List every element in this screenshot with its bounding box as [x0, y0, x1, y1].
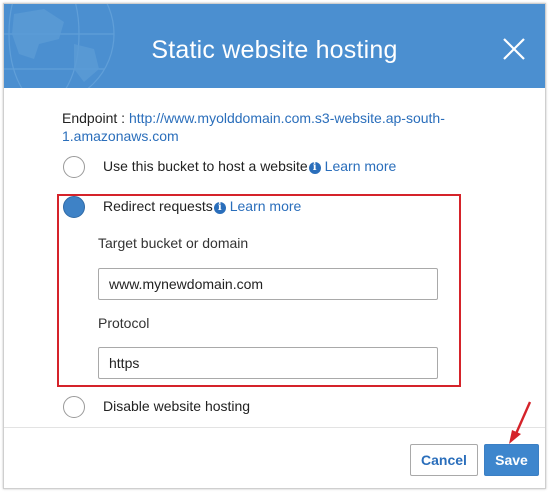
redirect-requests-option: Redirect requests i Learn more: [103, 198, 301, 214]
learn-more-link-host[interactable]: Learn more: [325, 158, 397, 174]
protocol-input[interactable]: https: [98, 347, 438, 379]
save-button[interactable]: Save: [484, 444, 539, 476]
endpoint-label: Endpoint :: [62, 110, 126, 126]
info-icon[interactable]: i: [308, 162, 321, 174]
redirect-requests-label: Redirect requests: [103, 198, 213, 214]
info-icon[interactable]: i: [213, 202, 226, 214]
target-bucket-input[interactable]: www.mynewdomain.com: [98, 268, 438, 300]
footer-divider: [4, 427, 545, 428]
learn-more-link-redirect[interactable]: Learn more: [230, 198, 302, 214]
host-website-radio[interactable]: [63, 156, 85, 178]
cancel-button[interactable]: Cancel: [410, 444, 478, 476]
red-arrow-annotation-icon: [509, 401, 532, 444]
target-bucket-label: Target bucket or domain: [98, 235, 249, 251]
host-website-label: Use this bucket to host a website: [103, 158, 308, 174]
dialog-title: Static website hosting: [151, 36, 398, 64]
dialog-header: Static website hosting: [4, 4, 545, 88]
close-icon[interactable]: [501, 36, 527, 62]
static-website-hosting-dialog: Static website hosting Endpoint : http:/…: [3, 3, 546, 489]
host-website-option: Use this bucket to host a website i Learn …: [103, 158, 396, 174]
redirect-requests-radio[interactable]: [63, 196, 85, 218]
disable-hosting-radio[interactable]: [63, 396, 85, 418]
disable-hosting-label: Disable website hosting: [103, 398, 251, 414]
protocol-label: Protocol: [98, 315, 150, 331]
endpoint-row: Endpoint : http://www.myolddomain.com.s3…: [62, 109, 482, 145]
